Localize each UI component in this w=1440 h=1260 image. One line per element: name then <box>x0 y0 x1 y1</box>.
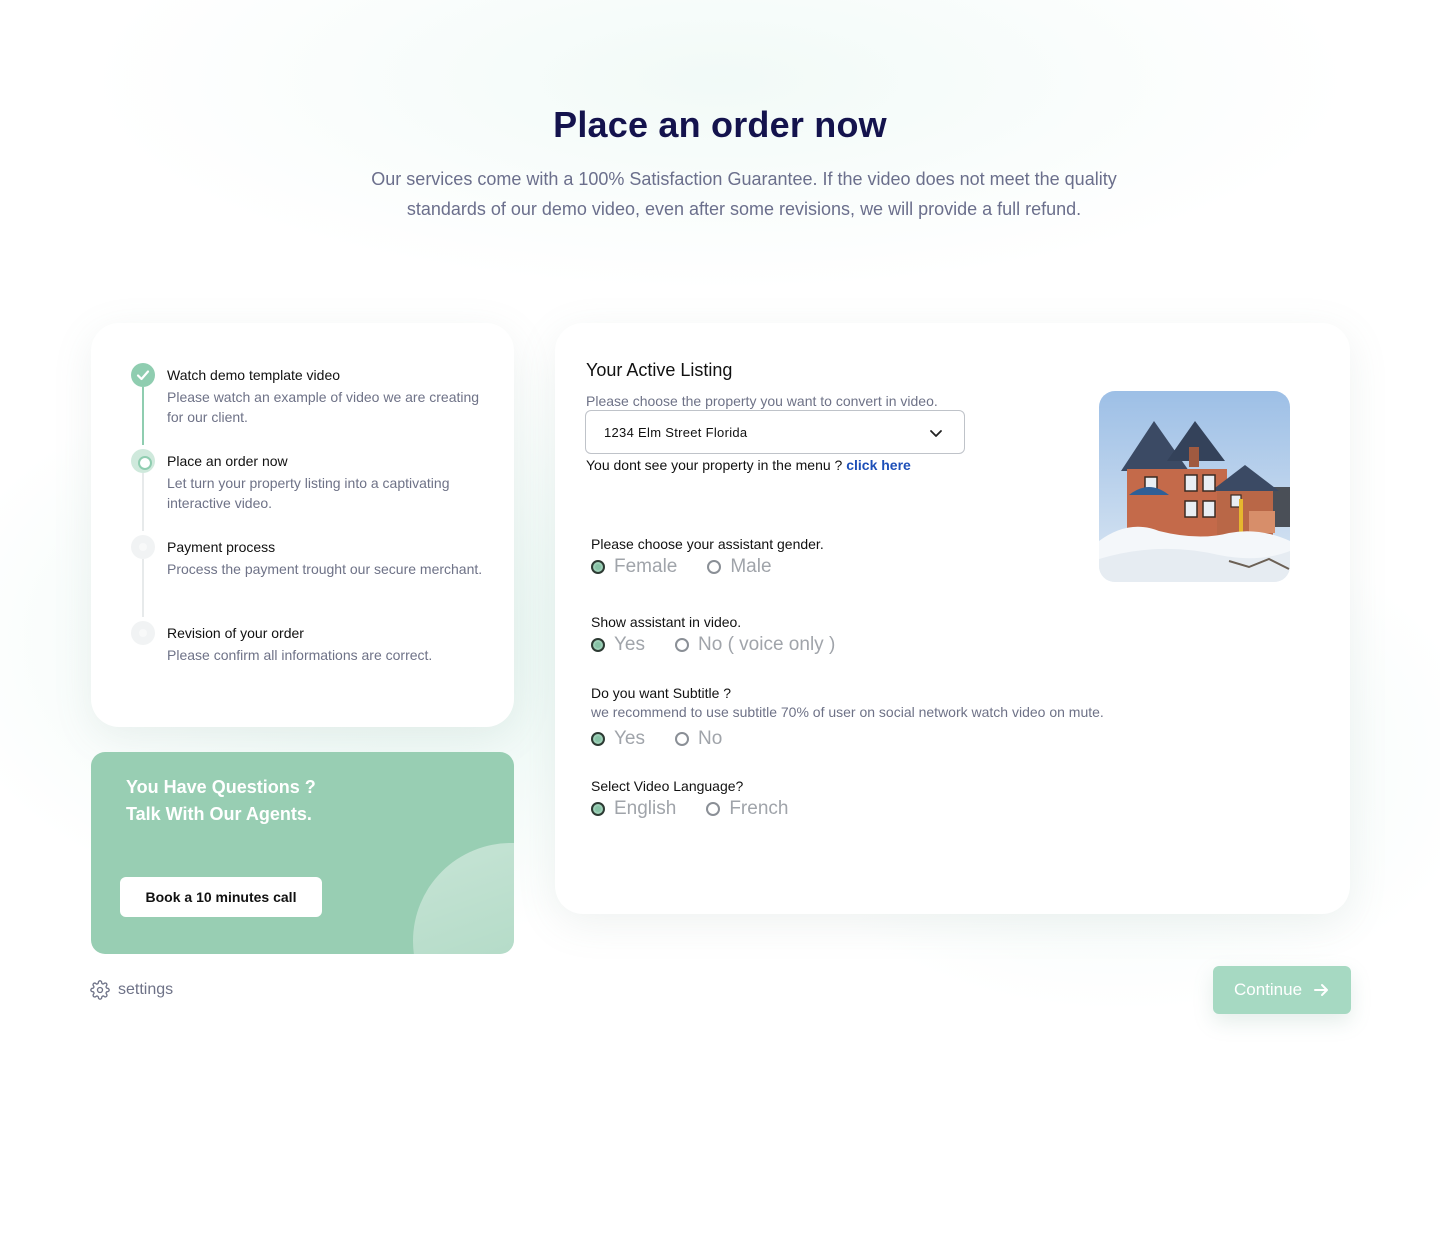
missing-property-label: You dont see your property in the menu ? <box>586 457 843 473</box>
subtitle-options: Yes No <box>591 728 752 750</box>
step-connector <box>142 387 144 445</box>
step-title: Payment process <box>167 539 276 555</box>
step-description: Please watch an example of video we are … <box>167 389 480 425</box>
step-title: Revision of your order <box>167 625 304 641</box>
missing-property-text: You dont see your property in the menu ?… <box>586 457 911 473</box>
order-page: Place an order now Our services come wit… <box>0 0 1440 1260</box>
radio-selected <box>591 560 605 574</box>
radio-label: Female <box>614 556 678 577</box>
language-english-radio[interactable]: English <box>591 798 676 820</box>
continue-button[interactable]: Continue <box>1213 966 1351 1014</box>
language-french-radio[interactable]: French <box>706 798 788 820</box>
radio-selected <box>591 802 605 816</box>
subtitle-question: Do you want Subtitle ? <box>591 685 732 701</box>
settings-link[interactable]: settings <box>90 980 173 1000</box>
gender-question: Please choose your assistant gender. <box>591 536 824 552</box>
continue-label: Continue <box>1233 980 1303 999</box>
help-title-line1: You Have Questions ? <box>126 777 316 797</box>
property-select-value: 1234 Elm Street Florida <box>604 425 748 440</box>
arrow-right-icon <box>1314 984 1329 996</box>
page-subtitle: Our services come with a 100% Satisfacti… <box>371 169 1117 219</box>
help-title: You Have Questions ? Talk With Our Agent… <box>126 774 316 828</box>
step-description: Process the payment trought our secure m… <box>167 561 483 577</box>
radio-unselected <box>707 560 722 574</box>
order-form-card: Your Active Listing Please choose the pr… <box>555 323 1350 914</box>
language-options: English French <box>591 798 818 820</box>
step-title: Place an order now <box>167 453 288 469</box>
property-select[interactable]: 1234 Elm Street Florida <box>585 410 965 454</box>
radio-label: Male <box>730 556 772 577</box>
show-no-radio[interactable]: No ( voice only ) <box>675 634 835 656</box>
help-title-line2: Talk With Our Agents. <box>126 804 312 824</box>
decorative-circle <box>413 843 514 954</box>
settings-label: settings <box>118 981 174 998</box>
radio-label: No ( voice only ) <box>698 634 836 655</box>
subtitle-note: we recommend to use subtitle 70% of user… <box>591 704 1104 720</box>
step-title: Watch demo template video <box>167 367 341 383</box>
radio-selected <box>591 638 605 652</box>
radio-unselected <box>675 638 689 652</box>
book-call-button[interactable]: Book a 10 minutes call <box>120 877 322 917</box>
steps-card: Watch demo template video Please watch a… <box>91 323 514 727</box>
subtitle-no-radio[interactable]: No <box>675 728 722 750</box>
radio-unselected <box>706 802 721 816</box>
gear-icon <box>90 980 110 1000</box>
check-icon <box>131 363 155 387</box>
chevron-down-icon <box>930 430 942 437</box>
listing-title: Your Active Listing <box>586 360 733 380</box>
listing-hint: Please choose the property you want to c… <box>586 393 938 409</box>
gender-female-radio[interactable]: Female <box>591 556 677 578</box>
radio-unselected <box>675 732 689 746</box>
help-card: You Have Questions ? Talk With Our Agent… <box>91 752 514 954</box>
radio-selected <box>591 732 605 746</box>
show-assistant-question: Show assistant in video. <box>591 614 742 630</box>
gender-male-radio[interactable]: Male <box>707 556 772 578</box>
step-description: Let turn your property listing into a ca… <box>167 475 450 511</box>
radio-label: Yes <box>614 634 645 655</box>
radio-label: English <box>614 798 677 819</box>
step-connector <box>142 559 144 617</box>
pending-step-icon <box>131 535 155 559</box>
show-yes-radio[interactable]: Yes <box>591 634 645 656</box>
pending-step-icon <box>131 621 155 645</box>
radio-label: French <box>729 798 789 819</box>
show-assistant-options: Yes No ( voice only ) <box>591 634 865 656</box>
page-title: Place an order now <box>553 104 887 145</box>
click-here-link[interactable]: click here <box>846 457 911 473</box>
current-step-icon <box>131 449 155 473</box>
radio-label: No <box>698 728 723 749</box>
step-connector <box>142 473 144 531</box>
radio-label: Yes <box>614 728 645 749</box>
property-photo <box>1099 391 1290 582</box>
language-question: Select Video Language? <box>591 778 744 794</box>
subtitle-yes-radio[interactable]: Yes <box>591 728 645 750</box>
gender-options: Female Male <box>591 556 802 578</box>
step-description: Please confirm all informations are corr… <box>167 647 433 663</box>
